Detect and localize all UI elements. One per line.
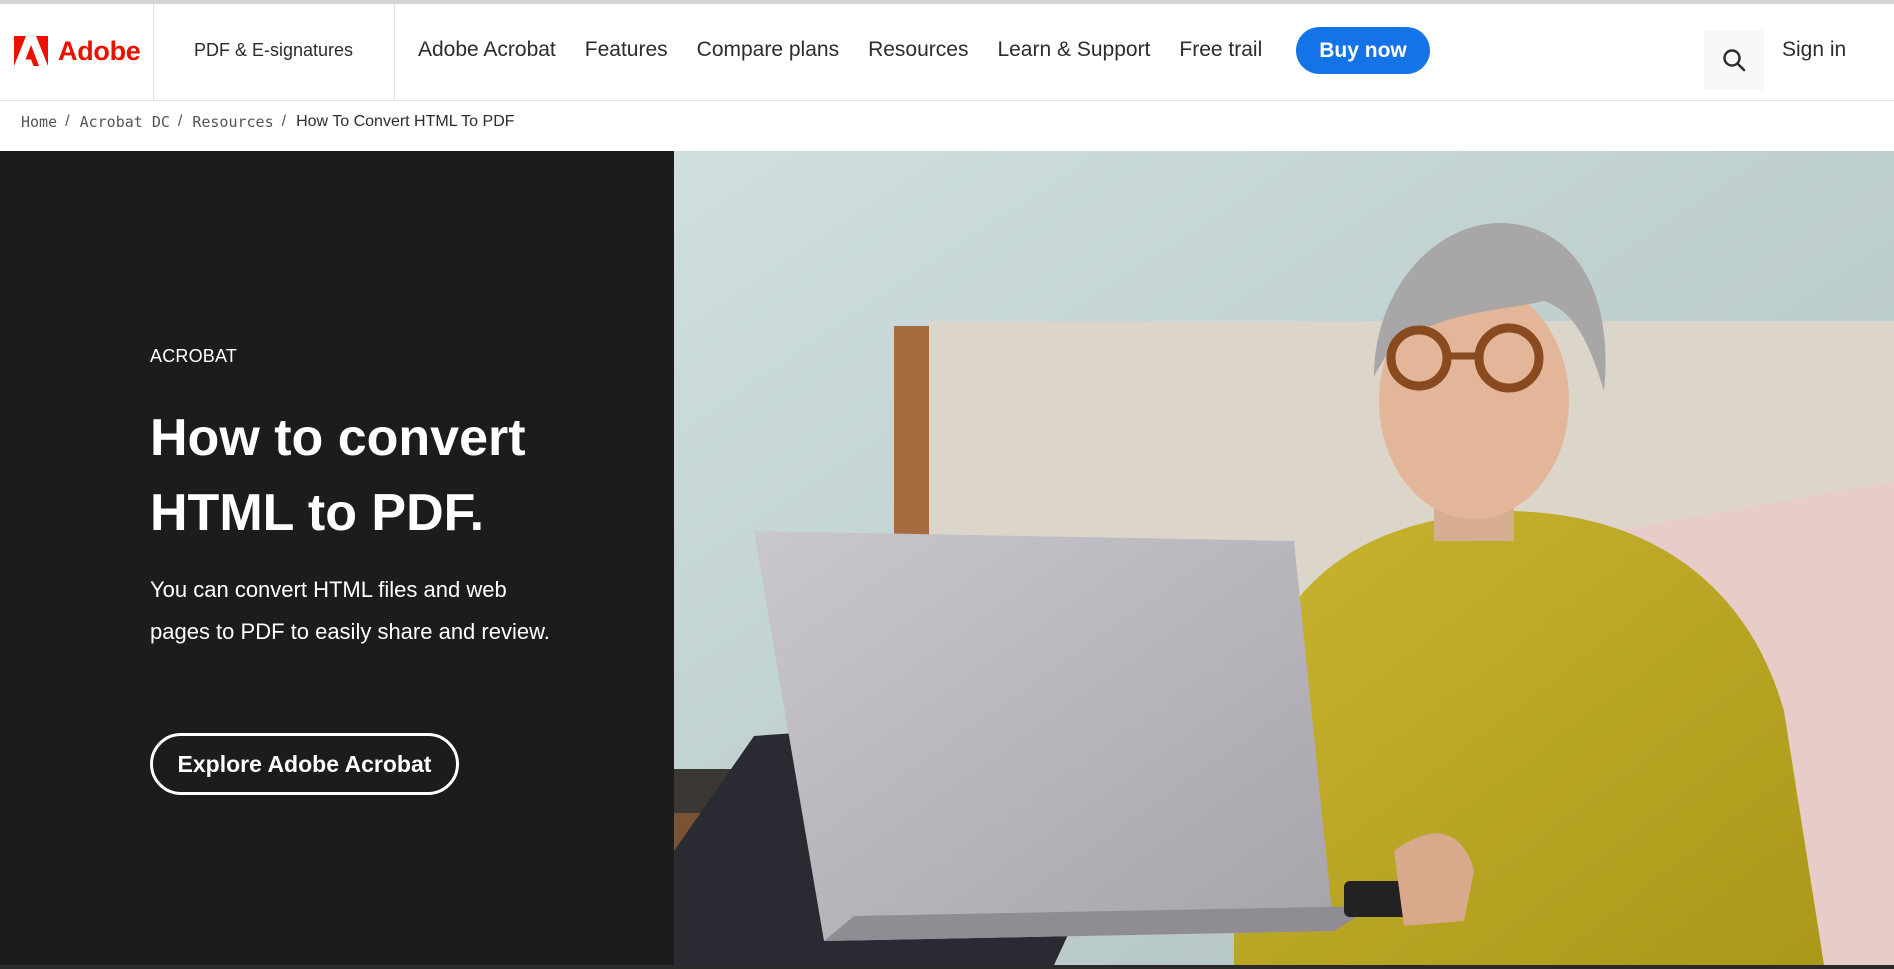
bottom-border [0, 965, 1894, 969]
breadcrumb-separator: / [65, 113, 70, 130]
breadcrumb-home[interactable]: Home [21, 113, 57, 131]
menu-item-resources[interactable]: Resources [868, 38, 968, 62]
sign-in-link[interactable]: Sign in [1782, 38, 1846, 62]
adobe-logo-icon [14, 36, 48, 66]
breadcrumb: Home / Acrobat DC / Resources / How To C… [21, 113, 515, 131]
breadcrumb-current: How To Convert HTML To PDF [296, 113, 515, 130]
explore-acrobat-button[interactable]: Explore Adobe Acrobat [150, 733, 459, 795]
page-title: How to convert HTML to PDF. [150, 401, 620, 551]
nav-divider [394, 4, 395, 100]
product-name[interactable]: PDF & E-signatures [194, 40, 353, 61]
global-nav: Adobe PDF & E-signatures Adobe Acrobat F… [0, 4, 1894, 101]
hero-eyebrow: ACROBAT [150, 346, 238, 366]
hero-text-panel: ACROBAT How to convert HTML to PDF. You … [0, 151, 674, 965]
adobe-logo-link[interactable]: Adobe [14, 34, 141, 68]
breadcrumb-separator: / [177, 113, 183, 130]
hero-description: You can convert HTML files and web pages… [150, 577, 550, 644]
menu-item-learn-support[interactable]: Learn & Support [997, 38, 1150, 62]
main-menu: Adobe Acrobat Features Compare plans Res… [418, 38, 1291, 62]
page-title-line-2: HTML to PDF. [150, 484, 485, 542]
nav-divider [153, 4, 154, 100]
breadcrumb-resources[interactable]: Resources [192, 113, 273, 131]
breadcrumb-acrobat-dc[interactable]: Acrobat DC [80, 113, 170, 131]
search-icon [1723, 49, 1746, 72]
menu-item-features[interactable]: Features [585, 38, 668, 62]
menu-item-free-trail[interactable]: Free trail [1179, 38, 1262, 62]
menu-item-compare-plans[interactable]: Compare plans [697, 38, 839, 62]
menu-item-adobe-acrobat[interactable]: Adobe Acrobat [418, 38, 556, 62]
hero-photo-illustration [674, 151, 1894, 965]
brand-name: Adobe [58, 35, 141, 66]
page-title-line-1: How to convert [150, 409, 526, 467]
search-button[interactable] [1704, 30, 1764, 90]
breadcrumb-separator: / [281, 113, 287, 130]
hero-image [674, 151, 1894, 965]
buy-now-button[interactable]: Buy now [1296, 27, 1430, 74]
